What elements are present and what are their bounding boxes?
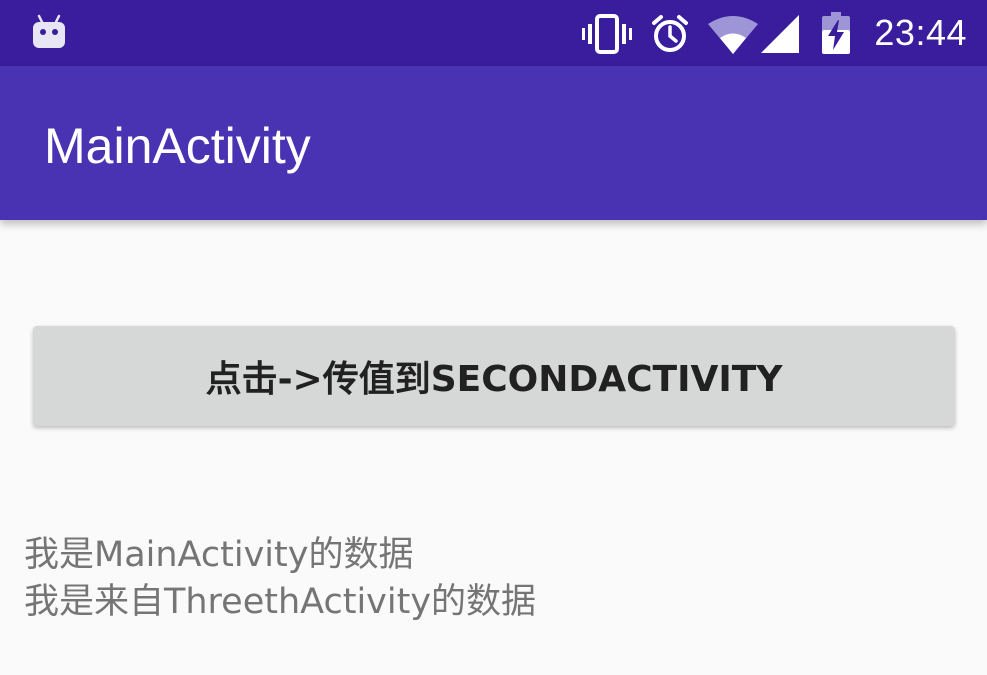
battery-charging-icon [822,12,850,54]
pass-value-button[interactable]: 点击->传值到SECONDACTIVITY [33,326,955,426]
status-time: 23:44 [874,12,967,53]
vibrate-icon [582,14,632,54]
data-text-block: 我是MainActivity的数据 我是来自ThreethActivity的数据 [24,532,536,626]
main-activity-data-text: 我是MainActivity的数据 [24,535,414,575]
android-debug-icon [33,14,65,48]
threeth-activity-data-text: 我是来自ThreethActivity的数据 [24,582,537,622]
app-title: MainActivity [44,118,311,174]
signal-icon [761,15,799,53]
status-bar: 23:44 [0,0,987,66]
app-bar: MainActivity [0,66,987,220]
alarm-icon [652,15,688,52]
wifi-icon [708,16,758,54]
pass-value-button-label: 点击->传值到SECONDACTIVITY [205,359,783,400]
